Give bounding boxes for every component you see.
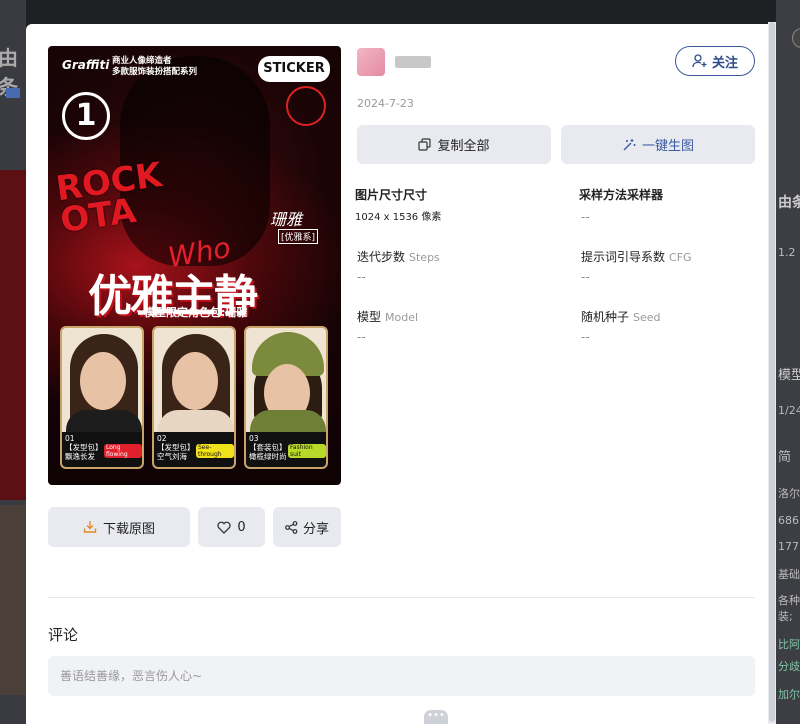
param-steps-en: Steps bbox=[409, 251, 440, 264]
poster-card-3: 03 【套装包】 橄榄绿时尚 Fashion suit bbox=[244, 326, 328, 469]
background-right-text-13: 加尔 bbox=[778, 688, 800, 701]
card-face bbox=[80, 352, 126, 410]
background-right-text-7: 177 bbox=[778, 540, 799, 553]
param-label-model: 模型 Model bbox=[357, 308, 418, 325]
background-left-image bbox=[0, 170, 26, 500]
download-label: 下载原图 bbox=[102, 521, 155, 537]
background-right-strip: 由条 1.2 模型 1/24 简 洛尔 686 177 基础 各种 装; 比阿 … bbox=[776, 0, 800, 724]
param-label-steps: 迭代步数 Steps bbox=[357, 248, 440, 265]
background-right-text-3: 1/24 bbox=[778, 404, 800, 417]
copy-all-label: 复制全部 bbox=[437, 139, 490, 154]
copy-icon bbox=[418, 138, 432, 151]
share-button[interactable]: 分享 bbox=[273, 507, 341, 547]
poster-smiley-icon bbox=[286, 86, 326, 126]
param-label-size: 图片尺寸尺寸 bbox=[355, 186, 427, 203]
background-right-text-0: 由条 bbox=[778, 195, 800, 211]
poster-top-line-1: 商业人像缔造者 bbox=[112, 56, 172, 66]
param-steps-label: 迭代步数 bbox=[357, 250, 406, 264]
param-value-sampler: -- bbox=[581, 210, 590, 224]
follow-button[interactable]: 关注 bbox=[675, 46, 755, 76]
author-name[interactable] bbox=[395, 56, 431, 68]
poster-subtitle: 模型限定角色包:珊雅 bbox=[144, 306, 248, 319]
param-value-steps: -- bbox=[357, 270, 366, 284]
background-right-text-11: 比阿 bbox=[778, 638, 800, 651]
background-right-text-2: 模型 bbox=[778, 368, 800, 383]
background-right-text-10: 装; bbox=[778, 610, 793, 623]
card-label-1: 01 bbox=[65, 434, 75, 443]
artwork-image[interactable]: Graffiti 商业人像缔造者 多款服饰装扮搭配系列 STICKER 1 RO… bbox=[48, 46, 341, 485]
more-dots-icon[interactable]: ••• bbox=[424, 710, 448, 724]
param-cfg-label: 提示词引导系数 bbox=[581, 250, 666, 264]
author-avatar[interactable] bbox=[357, 48, 385, 76]
poster-series: [优雅系] bbox=[278, 229, 319, 244]
param-model-label: 模型 bbox=[357, 310, 382, 324]
magic-wand-icon bbox=[622, 138, 636, 152]
card-label-1: 03 bbox=[249, 434, 259, 443]
param-sampler-label: 采样方法采样器 bbox=[579, 188, 664, 202]
poster-signature: 珊雅 bbox=[270, 210, 303, 229]
param-model-en: Model bbox=[385, 311, 419, 324]
background-right-text-12: 分歧 bbox=[778, 660, 800, 673]
param-size-label: 图片尺寸尺寸 bbox=[355, 188, 428, 202]
like-count: 0 bbox=[237, 519, 246, 535]
poster-number: 1 bbox=[62, 92, 110, 140]
poster-brand: Graffiti bbox=[62, 58, 110, 72]
param-label-sampler: 采样方法采样器 bbox=[579, 186, 663, 203]
param-cfg-en: CFG bbox=[669, 251, 692, 264]
poster-top-line: 商业人像缔造者 多款服饰装扮搭配系列 bbox=[112, 56, 197, 78]
poster-sticker: STICKER bbox=[258, 56, 330, 82]
background-left-image-2 bbox=[0, 505, 26, 695]
param-value-size: 1024 x 1536 像素 bbox=[355, 212, 442, 223]
scrollbar-thumb[interactable] bbox=[769, 22, 775, 722]
follow-label: 关注 bbox=[711, 55, 738, 71]
publish-date: 2024-7-23 bbox=[357, 97, 414, 110]
modal-scrollbar[interactable] bbox=[768, 22, 776, 724]
param-seed-label: 随机种子 bbox=[581, 310, 630, 324]
param-value-seed: -- bbox=[581, 330, 590, 344]
like-button[interactable]: 0 bbox=[198, 507, 265, 547]
share-label: 分享 bbox=[302, 521, 329, 537]
download-icon bbox=[83, 520, 97, 534]
card-tag: Fashion suit bbox=[288, 444, 326, 458]
user-plus-icon bbox=[692, 54, 707, 68]
background-left-strip: 由条 bbox=[0, 0, 26, 724]
download-original-button[interactable]: 下载原图 bbox=[48, 507, 190, 547]
param-seed-en: Seed bbox=[633, 311, 661, 324]
param-value-cfg: -- bbox=[581, 270, 590, 284]
background-right-text-6: 686 bbox=[778, 514, 799, 527]
card-face bbox=[172, 352, 218, 410]
poster-top-line-2: 多款服饰装扮搭配系列 bbox=[112, 67, 198, 77]
background-right-text-9: 各种 bbox=[778, 594, 800, 607]
generate-image-button[interactable]: 一键生图 bbox=[561, 125, 755, 164]
heart-icon bbox=[217, 521, 232, 534]
comments-title: 评论 bbox=[48, 626, 79, 644]
section-divider bbox=[48, 597, 755, 598]
background-right-text-8: 基础 bbox=[778, 568, 800, 581]
background-right-text-4: 简 bbox=[778, 450, 792, 465]
generate-label: 一键生图 bbox=[641, 139, 694, 154]
card-tag: See-through bbox=[196, 444, 234, 458]
background-right-text-5: 洛尔 bbox=[778, 487, 800, 500]
comment-input[interactable] bbox=[48, 656, 755, 696]
param-value-model: -- bbox=[357, 330, 366, 344]
copy-all-button[interactable]: 复制全部 bbox=[357, 125, 551, 164]
poster-card-2: 02 【发型包】 空气刘海 See-through bbox=[152, 326, 236, 469]
share-icon bbox=[285, 520, 298, 534]
card-label-1: 02 bbox=[157, 434, 167, 443]
param-label-seed: 随机种子 Seed bbox=[581, 308, 661, 325]
card-tag: Long flowing bbox=[104, 444, 142, 458]
param-label-cfg: 提示词引导系数 CFG bbox=[581, 248, 692, 265]
background-left-tag bbox=[6, 88, 20, 98]
background-right-text-1: 1.2 bbox=[778, 246, 796, 259]
poster-card-1: 01 【发型包】 飘逸长发 Long flowing bbox=[60, 326, 144, 469]
